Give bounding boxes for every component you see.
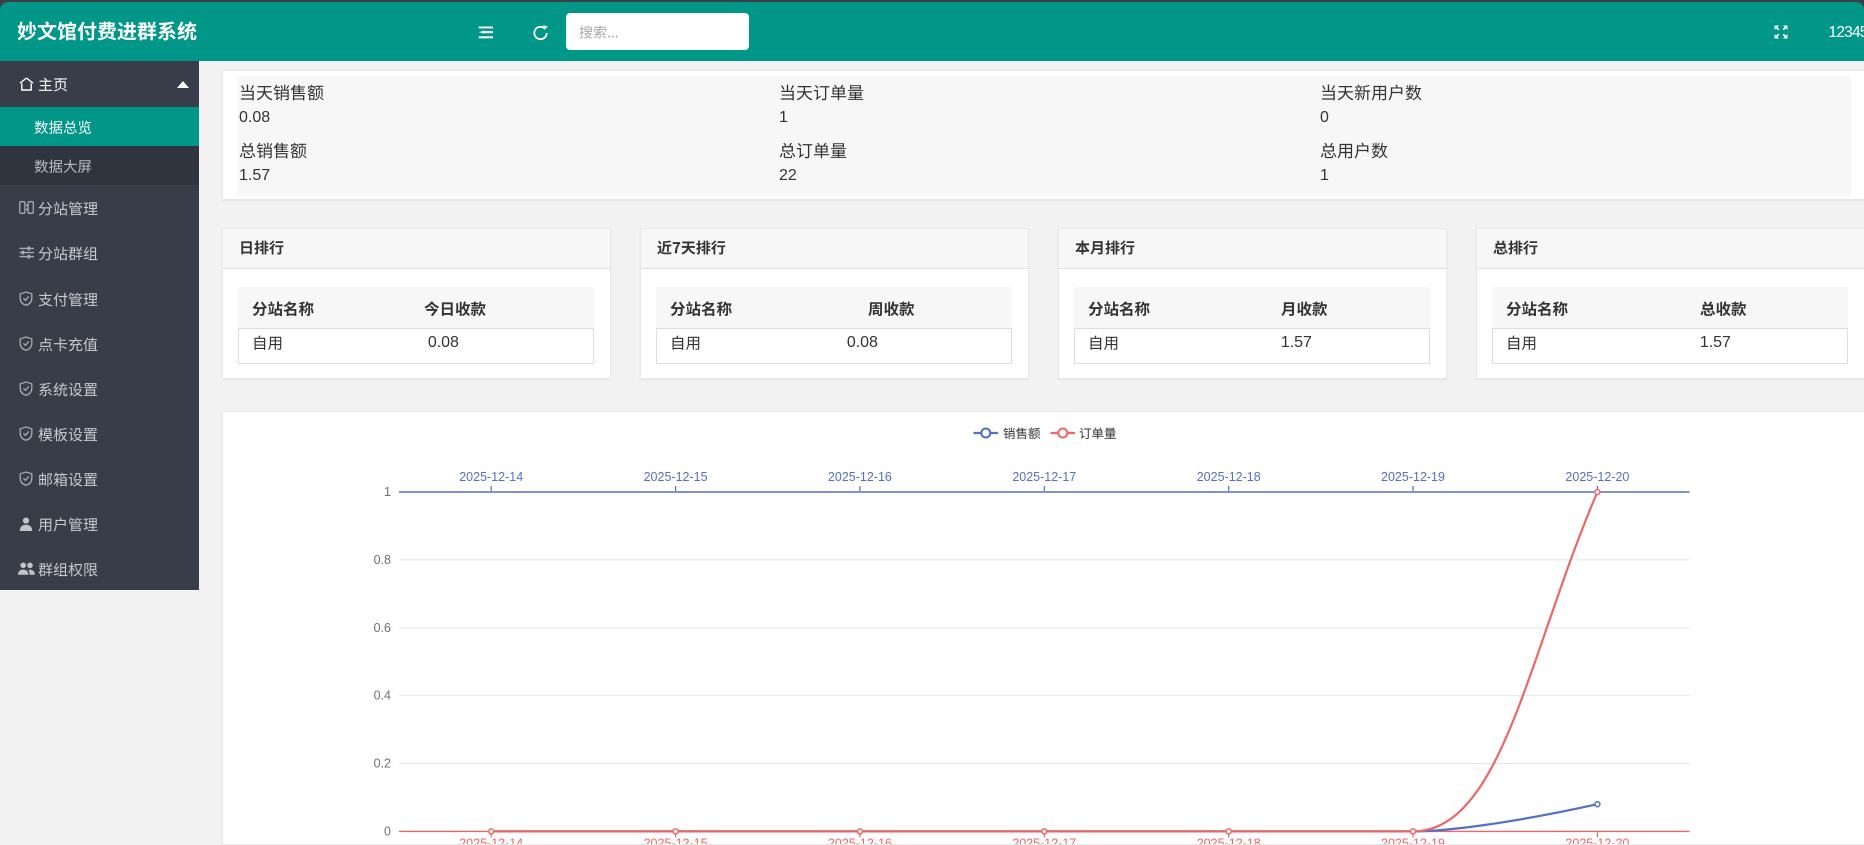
svg-text:2025-12-15: 2025-12-15 [644, 836, 708, 844]
svg-text:2025-12-14: 2025-12-14 [459, 836, 523, 844]
svg-text:0: 0 [384, 824, 391, 838]
svg-text:0.6: 0.6 [374, 621, 391, 635]
svg-text:0.2: 0.2 [374, 757, 391, 771]
svg-text:2025-12-19: 2025-12-19 [1381, 836, 1445, 844]
svg-text:0.8: 0.8 [374, 553, 391, 567]
svg-text:0.4: 0.4 [374, 689, 391, 703]
svg-text:2025-12-17: 2025-12-17 [1012, 836, 1076, 844]
svg-text:1: 1 [384, 485, 391, 499]
svg-text:2025-12-20: 2025-12-20 [1565, 836, 1629, 844]
svg-text:2025-12-17: 2025-12-17 [1012, 470, 1076, 484]
svg-text:2025-12-19: 2025-12-19 [1381, 470, 1445, 484]
svg-text:2025-12-20: 2025-12-20 [1565, 470, 1629, 484]
svg-text:2025-12-16: 2025-12-16 [828, 836, 892, 844]
svg-text:2025-12-14: 2025-12-14 [459, 470, 523, 484]
svg-text:2025-12-15: 2025-12-15 [644, 470, 708, 484]
svg-text:2025-12-18: 2025-12-18 [1197, 470, 1261, 484]
svg-text:2025-12-16: 2025-12-16 [828, 470, 892, 484]
svg-text:2025-12-18: 2025-12-18 [1197, 836, 1261, 844]
